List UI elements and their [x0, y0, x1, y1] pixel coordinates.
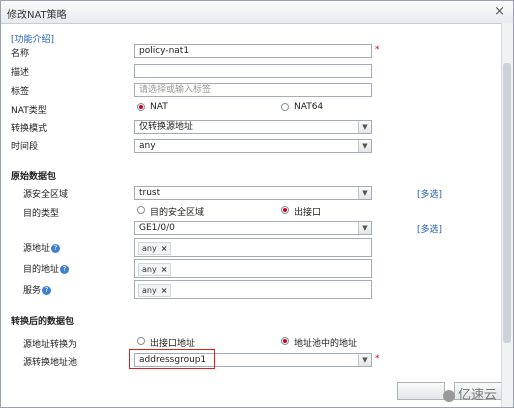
watermark: 亿速云: [442, 384, 497, 403]
question-icon[interactable]: ?: [60, 265, 70, 274]
dst-zone-radio-label: 目的安全区域: [150, 208, 205, 218]
convert-pool-label: 地址池中的地址: [294, 339, 358, 349]
dialog-title: 修改NAT策略: [7, 10, 67, 21]
interface-select[interactable]: GE1/0/0 ▼: [134, 221, 372, 235]
watermark-logo-icon: [442, 389, 455, 402]
nat-type-label: NAT类型: [11, 106, 47, 116]
highlight-box: [129, 349, 215, 369]
convert-iface-radio[interactable]: [137, 337, 145, 345]
dst-addr-label: 目的地址?: [23, 262, 70, 275]
dst-type-label: 目的类型: [23, 209, 60, 219]
src-zone-value: trust: [139, 188, 161, 198]
chevron-down-icon: ▼: [358, 354, 371, 366]
question-icon[interactable]: ?: [42, 286, 52, 295]
dst-addr-tag: any ×: [138, 263, 172, 276]
description-label: 描述: [11, 68, 30, 78]
service-label: 服务?: [23, 283, 52, 296]
help-link[interactable]: [功能介绍]: [11, 32, 54, 45]
nat-type-nat-radio[interactable]: [137, 103, 145, 111]
mode-select[interactable]: 仅转换源地址 ▼: [134, 120, 372, 134]
nat-policy-dialog: 修改NAT策略 × [功能介绍] 名称 policy-nat1 * 描述 标签 …: [0, 0, 514, 408]
service-tag: any ×: [138, 284, 172, 297]
scrollbar-thumb[interactable]: [503, 63, 511, 343]
mode-value: 仅转换源地址: [139, 122, 194, 132]
question-icon[interactable]: ?: [51, 244, 61, 253]
src-zone-label: 源安全区域: [23, 190, 69, 200]
time-select[interactable]: any ▼: [134, 139, 372, 153]
service-box[interactable]: any ×: [134, 280, 372, 299]
tag-label: 标签: [11, 87, 30, 97]
tag-input[interactable]: 请选择或输入标签: [134, 83, 372, 97]
src-addr-box[interactable]: any ×: [134, 238, 372, 257]
close-icon[interactable]: ×: [494, 4, 505, 19]
translated-section-title: 转换后的数据包: [11, 317, 75, 327]
time-label: 时间段: [11, 142, 39, 152]
nat-type-nat64-label: NAT64: [294, 102, 324, 112]
scrollbar[interactable]: [501, 23, 513, 407]
src-zone-multi-link[interactable]: [多选]: [417, 187, 442, 200]
name-input[interactable]: policy-nat1: [134, 44, 372, 58]
src-addr-label: 源地址?: [23, 241, 61, 254]
out-iface-radio[interactable]: [281, 206, 289, 214]
chevron-down-icon: ▼: [358, 222, 371, 234]
ok-button[interactable]: [397, 382, 445, 400]
name-label: 名称: [11, 49, 30, 59]
src-addr-tag: any ×: [138, 242, 172, 255]
chevron-down-icon: ▼: [358, 140, 371, 152]
convert-pool-radio[interactable]: [281, 337, 289, 345]
dst-zone-radio[interactable]: [137, 206, 145, 214]
convert-iface-label: 出接口地址: [150, 339, 196, 349]
original-section-title: 原始数据包: [11, 172, 57, 182]
title-bar: 修改NAT策略 ×: [1, 1, 513, 24]
remove-icon[interactable]: ×: [161, 265, 168, 274]
mode-label: 转换模式: [11, 124, 48, 134]
pool-label: 源转换地址池: [23, 358, 78, 368]
required-mark: *: [375, 45, 380, 55]
nat-type-nat-label: NAT: [150, 102, 168, 112]
chevron-down-icon: ▼: [358, 121, 371, 133]
description-input[interactable]: [134, 64, 372, 78]
out-iface-radio-label: 出接口: [294, 208, 322, 218]
nat-type-nat64-radio[interactable]: [281, 103, 289, 111]
src-zone-select[interactable]: trust ▼: [134, 186, 372, 200]
required-mark: *: [375, 354, 380, 364]
interface-value: GE1/0/0: [139, 223, 175, 233]
remove-icon[interactable]: ×: [161, 244, 168, 253]
remove-icon[interactable]: ×: [161, 286, 168, 295]
dst-addr-box[interactable]: any ×: [134, 259, 372, 278]
interface-multi-link[interactable]: [多选]: [417, 222, 442, 235]
chevron-down-icon: ▼: [358, 187, 371, 199]
time-value: any: [139, 141, 156, 151]
convert-label: 源地址转换为: [23, 340, 78, 350]
